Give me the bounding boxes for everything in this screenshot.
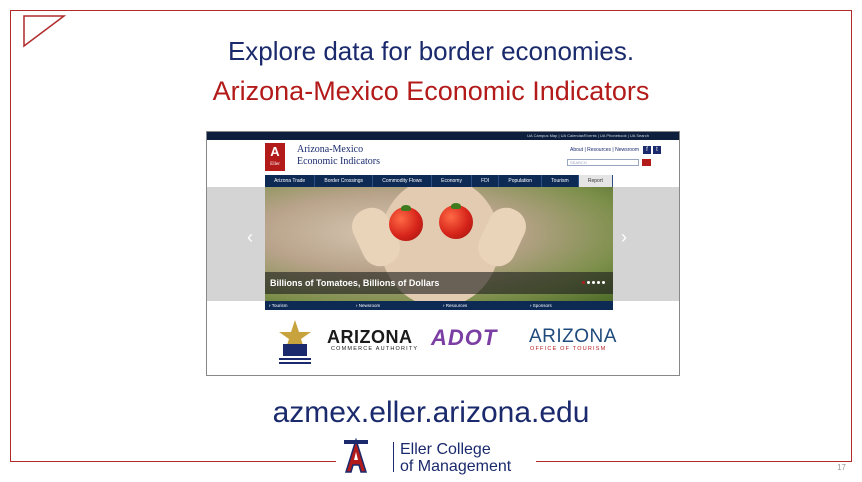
website-screenshot: UA Campus Map | UA Calendar/Events | UA …	[206, 131, 680, 376]
logo-letter: A	[270, 144, 280, 159]
nav-item-commodity-flows[interactable]: Commodity Flows	[373, 175, 433, 187]
nav-item-arizona-trade[interactable]: Arizona Trade	[265, 175, 316, 187]
nav-item-border-crossings[interactable]: Border Crossings	[315, 175, 374, 187]
page-number: 17	[837, 463, 846, 472]
aca-logo-sub: COMMERCE AUTHORITY	[331, 346, 419, 352]
hero-caption: Billions of Tomatoes, Billions of Dollar…	[265, 272, 613, 294]
az-tourism-logo-sub: OFFICE OF TOURISM	[530, 346, 607, 352]
hero-image[interactable]: Billions of Tomatoes, Billions of Dollar…	[265, 187, 613, 301]
search-input[interactable]: SEARCH	[567, 159, 639, 166]
tomato-right	[439, 203, 473, 239]
site-name[interactable]: Arizona-Mexico Economic Indicators	[297, 144, 380, 168]
footer-divider	[393, 442, 394, 472]
eller-college-name: Eller College of Management	[400, 441, 511, 475]
facebook-icon[interactable]: f	[643, 146, 651, 154]
link-tourism[interactable]: Tourism	[265, 301, 352, 310]
site-name-line2: Economic Indicators	[297, 156, 381, 167]
link-resources[interactable]: Resources	[439, 301, 526, 310]
hero-side-left	[207, 187, 265, 301]
site-links-bar: Tourism Newsroom Resources Sponsors	[265, 301, 613, 310]
twitter-icon[interactable]: t	[653, 146, 661, 154]
nav-item-report[interactable]: Report	[578, 175, 613, 187]
site-nav: Arizona Trade Border Crossings Commodity…	[265, 175, 613, 187]
college-line1: Eller College	[400, 441, 491, 458]
az-tourism-logo[interactable]: ARIZONA	[529, 326, 617, 348]
header-links[interactable]: About | Resources | Newsroom	[570, 147, 639, 153]
ua-a-logo-icon	[342, 438, 370, 474]
slide-title-line2: Arizona-Mexico Economic Indicators	[212, 76, 650, 106]
arizona-mexico-commission-logo[interactable]	[277, 318, 313, 368]
eller-footer-logo: Eller College of Management	[336, 438, 536, 478]
link-newsroom[interactable]: Newsroom	[352, 301, 439, 310]
carousel-next-icon[interactable]: ›	[621, 227, 627, 248]
site-header: A Eller Arizona-Mexico Economic Indicato…	[207, 140, 679, 175]
carousel-dot[interactable]	[582, 281, 585, 284]
nav-item-fdi[interactable]: FDI	[472, 175, 500, 187]
website-url[interactable]: azmex.eller.arizona.edu	[0, 396, 862, 430]
tomato-left	[389, 205, 423, 241]
slide-title-line1: Explore data for border economies.	[227, 36, 635, 66]
carousel-dot[interactable]	[587, 281, 590, 284]
carousel-dot[interactable]	[597, 281, 600, 284]
college-line2: of Management	[400, 458, 512, 475]
carousel-dot[interactable]	[592, 281, 595, 284]
site-topbar[interactable]: UA Campus Map | UA Calendar/Events | UA …	[207, 132, 679, 140]
search-button[interactable]	[642, 159, 651, 166]
site-name-line1: Arizona-Mexico	[297, 144, 364, 155]
carousel-dot[interactable]	[602, 281, 605, 284]
nav-item-economy[interactable]: Economy	[432, 175, 473, 187]
aca-logo[interactable]: ARIZONA	[327, 327, 413, 348]
sponsors-strip: ARIZONA COMMERCE AUTHORITY ADOT ARIZONA …	[265, 310, 616, 375]
ua-logo[interactable]: A Eller	[265, 143, 285, 171]
logo-word: Eller	[270, 162, 280, 167]
carousel-dots[interactable]	[582, 281, 605, 284]
link-sponsors[interactable]: Sponsors	[526, 301, 613, 310]
nav-item-tourism[interactable]: Tourism	[542, 175, 579, 187]
carousel-prev-icon[interactable]: ‹	[247, 227, 253, 248]
adot-logo[interactable]: ADOT	[431, 325, 497, 351]
nav-item-population[interactable]: Population	[499, 175, 543, 187]
